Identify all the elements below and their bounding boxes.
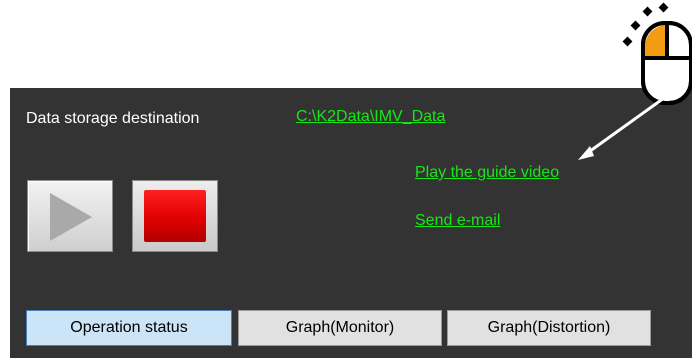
guide-video-link[interactable]: Play the guide video — [415, 164, 559, 182]
sparkle-icon — [622, 2, 669, 47]
tab-graph-distortion[interactable]: Graph(Distortion) — [447, 310, 651, 346]
storage-path-link[interactable]: C:\K2Data\IMV_Data — [296, 108, 445, 126]
send-email-link[interactable]: Send e-mail — [415, 212, 500, 230]
control-panel: Data storage destination C:\K2Data\IMV_D… — [10, 88, 692, 358]
tab-label: Graph(Distortion) — [487, 319, 611, 336]
play-icon — [50, 193, 92, 241]
tab-label: Graph(Monitor) — [285, 319, 395, 336]
stop-icon — [144, 190, 206, 242]
tab-label: Operation status — [70, 319, 188, 336]
storage-label: Data storage destination — [26, 110, 200, 127]
tab-operation-status[interactable]: Operation status — [26, 310, 232, 346]
play-button[interactable] — [27, 180, 113, 252]
tab-graph-monitor[interactable]: Graph(Monitor) — [238, 310, 442, 346]
stop-button[interactable] — [132, 180, 218, 252]
